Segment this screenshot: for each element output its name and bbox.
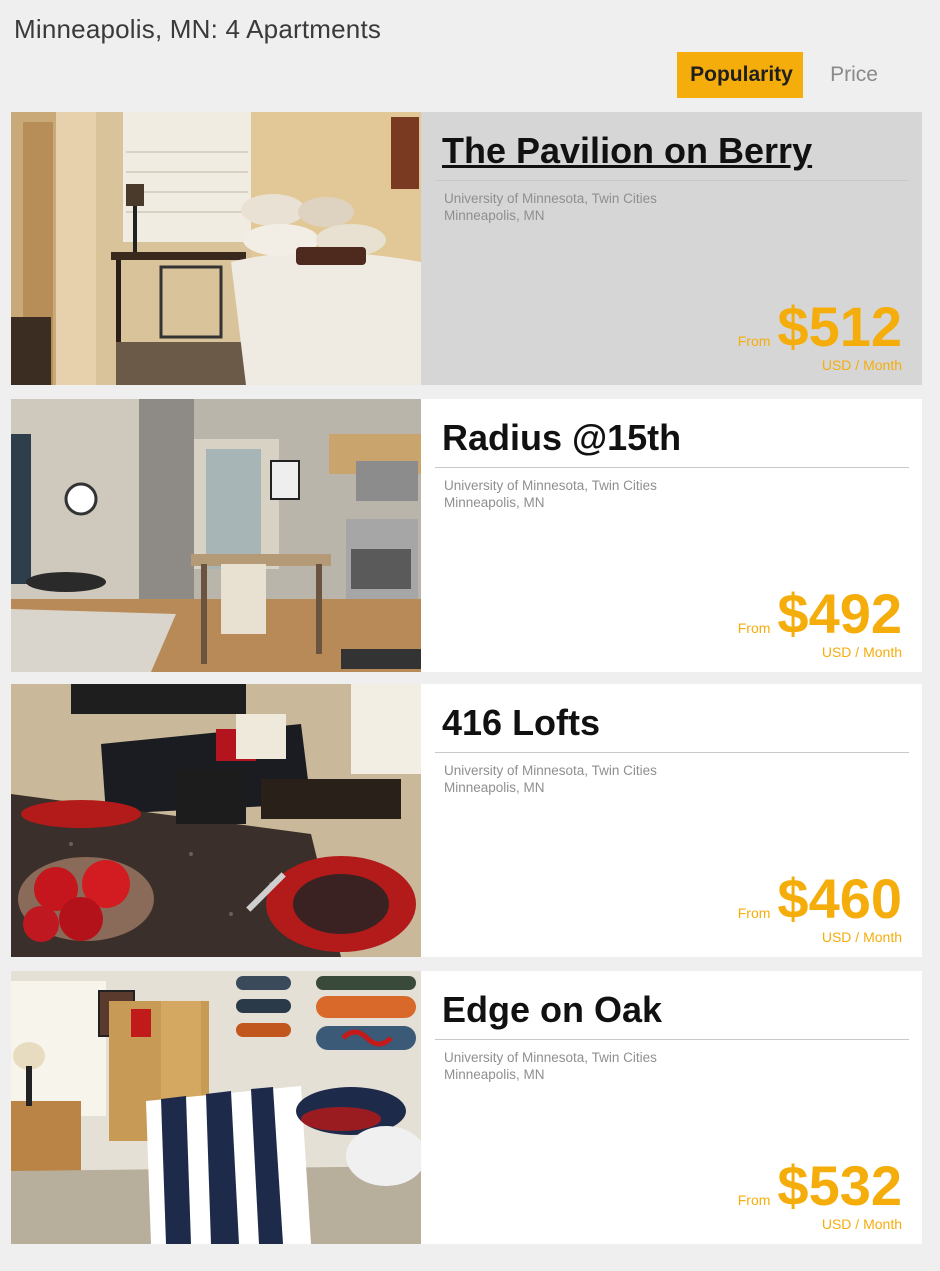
- listing-name-link[interactable]: Radius @15th: [442, 417, 681, 459]
- listing-photo[interactable]: [11, 399, 421, 672]
- listing-card[interactable]: 416 Lofts University of Minnesota, Twin …: [11, 684, 922, 957]
- price-block: From $492 USD / Month: [737, 582, 902, 661]
- price-from-label: From: [737, 905, 771, 921]
- price-block: From $460 USD / Month: [737, 867, 902, 946]
- listing-photo[interactable]: [11, 112, 421, 385]
- listing-address: University of Minnesota, Twin Cities Min…: [444, 1049, 657, 1083]
- listing-address: University of Minnesota, Twin Cities Min…: [444, 477, 657, 511]
- listing-school: University of Minnesota, Twin Cities: [444, 191, 657, 206]
- divider: [435, 180, 909, 181]
- listing-photo[interactable]: [11, 971, 421, 1244]
- price-from-label: From: [737, 333, 771, 349]
- divider: [435, 1039, 909, 1040]
- divider: [435, 752, 909, 753]
- listing-city: Minneapolis, MN: [444, 495, 545, 510]
- page-title: Minneapolis, MN: 4 Apartments: [14, 14, 382, 44]
- listing-price: $532: [777, 1154, 902, 1217]
- price-from-label: From: [737, 1192, 771, 1208]
- price-block: From $512 USD / Month: [737, 295, 902, 374]
- listing-card[interactable]: The Pavilion on Berry University of Minn…: [11, 112, 922, 385]
- listing-info: The Pavilion on Berry University of Minn…: [421, 112, 922, 385]
- listing-card[interactable]: Edge on Oak University of Minnesota, Twi…: [11, 971, 922, 1244]
- listing-card[interactable]: Radius @15th University of Minnesota, Tw…: [11, 399, 922, 672]
- listing-info: Radius @15th University of Minnesota, Tw…: [421, 399, 922, 672]
- listing-city: Minneapolis, MN: [444, 208, 545, 223]
- price-unit: USD / Month: [821, 357, 902, 373]
- price-block: From $532 USD / Month: [737, 1154, 902, 1233]
- listing-address: University of Minnesota, Twin Cities Min…: [444, 762, 657, 796]
- price-unit: USD / Month: [821, 644, 902, 660]
- listing-info: 416 Lofts University of Minnesota, Twin …: [421, 684, 922, 957]
- listing-city: Minneapolis, MN: [444, 1067, 545, 1082]
- listing-price: $460: [777, 867, 902, 930]
- sort-price-button[interactable]: Price: [803, 52, 900, 98]
- listing-price: $492: [777, 582, 902, 645]
- listing-address: University of Minnesota, Twin Cities Min…: [444, 190, 657, 224]
- price-from-label: From: [737, 620, 771, 636]
- listing-price: $512: [777, 295, 902, 358]
- price-unit: USD / Month: [821, 1216, 902, 1232]
- listing-info: Edge on Oak University of Minnesota, Twi…: [421, 971, 922, 1244]
- listing-school: University of Minnesota, Twin Cities: [444, 763, 657, 778]
- sort-bar: Popularity Price: [677, 52, 900, 98]
- price-unit: USD / Month: [821, 929, 902, 945]
- listing-photo[interactable]: [11, 684, 421, 957]
- listing-city: Minneapolis, MN: [444, 780, 545, 795]
- listing-name-link[interactable]: The Pavilion on Berry: [442, 130, 812, 172]
- listing-school: University of Minnesota, Twin Cities: [444, 1050, 657, 1065]
- listing-name-link[interactable]: Edge on Oak: [442, 989, 662, 1031]
- listing-school: University of Minnesota, Twin Cities: [444, 478, 657, 493]
- divider: [435, 467, 909, 468]
- listing-name-link[interactable]: 416 Lofts: [442, 702, 600, 744]
- sort-popularity-button[interactable]: Popularity: [677, 52, 804, 98]
